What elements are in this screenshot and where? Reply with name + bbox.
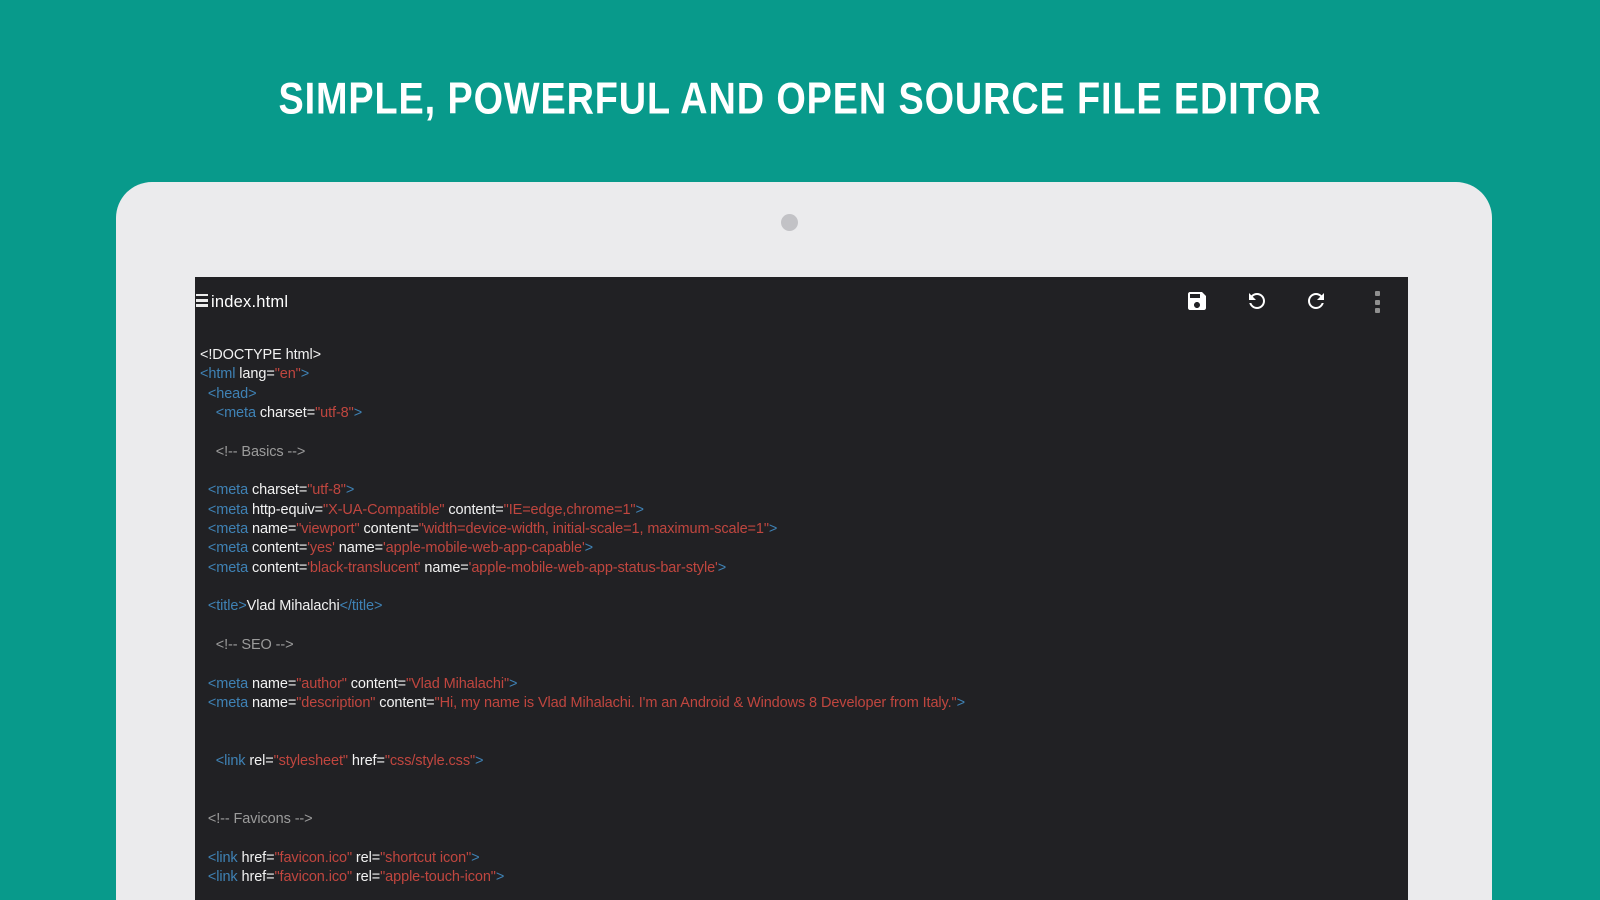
redo-icon bbox=[1304, 301, 1328, 316]
code-line bbox=[200, 423, 1400, 442]
code-line bbox=[200, 772, 1400, 791]
editor-screen: index.html bbox=[195, 277, 1408, 900]
code-line: <!-- SEO --> bbox=[200, 636, 1400, 655]
code-line: <meta name="viewport" content="width=dev… bbox=[200, 520, 1400, 539]
undo-icon bbox=[1245, 301, 1269, 316]
code-line: <meta content='black-translucent' name='… bbox=[200, 559, 1400, 578]
code-line: <!DOCTYPE html> bbox=[200, 346, 1400, 365]
code-line bbox=[200, 733, 1400, 752]
code-line: <meta http-equiv="X-UA-Compatible" conte… bbox=[200, 501, 1400, 520]
code-line: <!-- Favicons --> bbox=[200, 810, 1400, 829]
code-line: <!-- Basics --> bbox=[200, 443, 1400, 462]
code-line bbox=[200, 791, 1400, 810]
code-line: <link rel="stylesheet" href="css/style.c… bbox=[200, 752, 1400, 771]
save-button[interactable] bbox=[1185, 289, 1209, 313]
code-line: <meta name="author" content="Vlad Mihala… bbox=[200, 675, 1400, 694]
app-bar: index.html bbox=[195, 277, 1408, 325]
code-line: <meta charset="utf-8"> bbox=[200, 481, 1400, 500]
code-line: <title>Vlad Mihalachi</title> bbox=[200, 597, 1400, 616]
code-line bbox=[200, 578, 1400, 597]
code-line: <html lang="en"> bbox=[200, 365, 1400, 384]
code-line: <meta content='yes' name='apple-mobile-w… bbox=[200, 539, 1400, 558]
overflow-menu-button[interactable] bbox=[1365, 290, 1389, 314]
code-editor[interactable]: <!DOCTYPE html><html lang="en"> <head> <… bbox=[195, 325, 1408, 888]
code-line bbox=[200, 830, 1400, 849]
tablet-frame: index.html bbox=[116, 182, 1492, 900]
code-line: <head> bbox=[200, 385, 1400, 404]
file-title: index.html bbox=[211, 277, 288, 325]
redo-button[interactable] bbox=[1304, 289, 1328, 313]
code-line bbox=[200, 714, 1400, 733]
save-icon bbox=[1185, 301, 1209, 316]
code-line bbox=[200, 617, 1400, 636]
undo-button[interactable] bbox=[1245, 289, 1269, 313]
code-line: <meta name="description" content="Hi, my… bbox=[200, 694, 1400, 713]
code-line bbox=[200, 656, 1400, 675]
code-line: <link href="favicon.ico" rel="shortcut i… bbox=[200, 849, 1400, 868]
overflow-menu-icon bbox=[1365, 291, 1389, 313]
tablet-camera-dot bbox=[781, 214, 798, 231]
menu-icon[interactable] bbox=[196, 294, 209, 308]
code-line: <meta charset="utf-8"> bbox=[200, 404, 1400, 423]
code-line: <link href="favicon.ico" rel="apple-touc… bbox=[200, 868, 1400, 887]
headline: SIMPLE, POWERFUL AND OPEN SOURCE FILE ED… bbox=[96, 73, 1504, 125]
code-line bbox=[200, 462, 1400, 481]
